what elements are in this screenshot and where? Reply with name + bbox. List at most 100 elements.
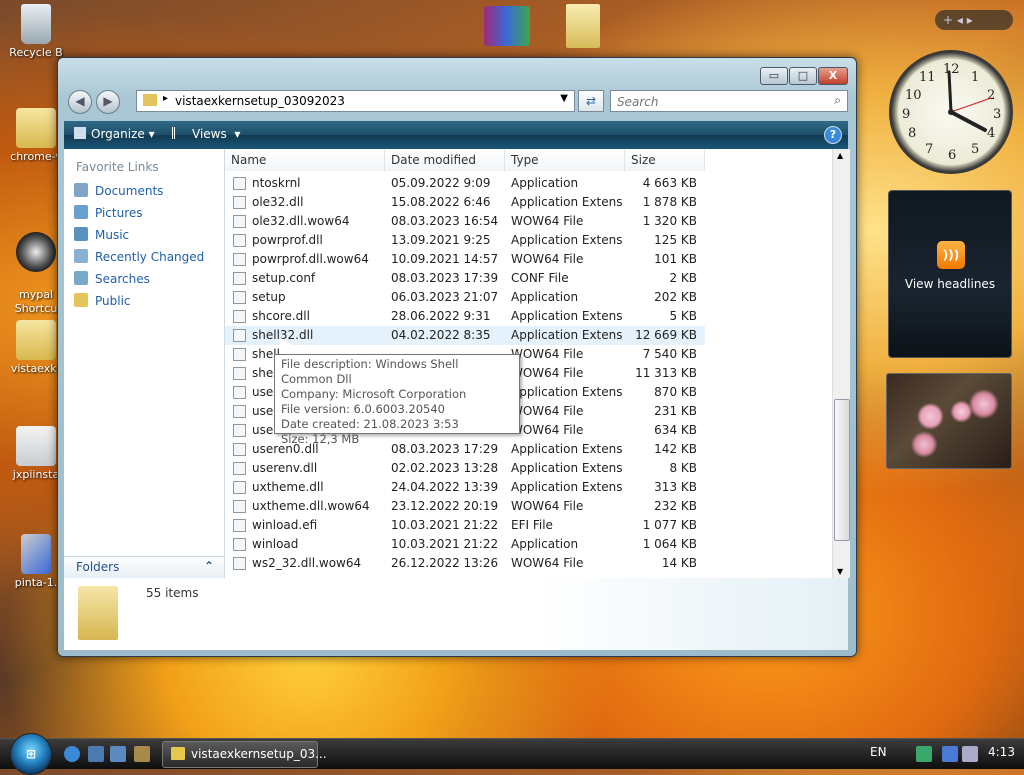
item-count: 55 items bbox=[146, 586, 199, 600]
file-name: powrprof.dll.wow64 bbox=[252, 252, 369, 266]
display-icon[interactable] bbox=[942, 746, 958, 762]
file-row[interactable]: uxtheme.dll 24.04.2022 13:39 Application E… bbox=[225, 478, 705, 497]
file-row[interactable]: ole32.dll.wow64 08.03.2023 16:54 WOW64 Fil… bbox=[225, 212, 705, 231]
folder-icon[interactable] bbox=[566, 4, 600, 48]
volume-muted-icon[interactable] bbox=[962, 746, 978, 762]
file-row[interactable]: powrprof.dll 13.09.2021 9:25 Application E… bbox=[225, 231, 705, 250]
forward-button[interactable]: ▶ bbox=[96, 90, 120, 114]
file-icon bbox=[233, 310, 246, 323]
slideshow-gadget[interactable] bbox=[886, 373, 1012, 469]
network-icon[interactable] bbox=[916, 746, 932, 762]
scroll-up-icon[interactable]: ▲ bbox=[837, 151, 843, 160]
file-row[interactable]: setup 06.03.2023 21:07 Application 202 KB bbox=[225, 288, 705, 307]
file-row[interactable]: winload.efi 10.03.2021 21:22 EFI File 1 077… bbox=[225, 516, 705, 535]
back-button[interactable]: ◀ bbox=[68, 90, 92, 114]
switch-windows-icon[interactable] bbox=[110, 746, 126, 762]
file-date: 10.03.2021 21:22 bbox=[391, 518, 499, 532]
file-row[interactable]: shell32.dll 04.02.2022 8:35 Application Ex… bbox=[225, 326, 705, 345]
winrar-quicklaunch-icon[interactable] bbox=[134, 746, 150, 762]
clock-gadget: 12 1 2 3 4 5 6 7 8 9 10 11 bbox=[889, 50, 1013, 174]
file-icon bbox=[233, 329, 246, 342]
column-name[interactable]: Name bbox=[225, 149, 385, 171]
search-box[interactable]: ⌕ bbox=[610, 90, 848, 112]
chevron-right-icon[interactable]: ▸ bbox=[163, 93, 168, 104]
chevron-down-icon[interactable]: ▼ bbox=[560, 93, 568, 104]
file-name: ole32.dll.wow64 bbox=[252, 214, 350, 228]
internet-explorer-icon[interactable] bbox=[64, 746, 80, 762]
file-date: 08.03.2023 16:54 bbox=[391, 214, 499, 228]
file-row[interactable]: ntoskrnl 05.09.2022 9:09 Application 4 663 … bbox=[225, 174, 705, 193]
file-row[interactable]: ole32.dll 15.08.2022 6:46 Application Exte… bbox=[225, 193, 705, 212]
taskbar-button-label: vistaexkernsetup_03... bbox=[191, 747, 327, 761]
views-label: Views bbox=[192, 127, 227, 141]
file-icon bbox=[233, 348, 246, 361]
fav-music[interactable]: Music bbox=[74, 227, 129, 247]
file-row[interactable]: ws2_32.dll.wow64 26.12.2022 13:26 WOW64 Fi… bbox=[225, 554, 705, 573]
file-row[interactable]: uxtheme.dll.wow64 23.12.2022 20:19 WOW64 F… bbox=[225, 497, 705, 516]
file-size: 12 669 KB bbox=[635, 328, 697, 342]
vertical-scrollbar[interactable]: ▲ ▼ bbox=[832, 149, 850, 578]
file-date: 05.09.2022 9:09 bbox=[391, 176, 491, 190]
documents-icon bbox=[74, 183, 88, 197]
file-name: userenv.dll bbox=[252, 461, 318, 475]
file-row[interactable]: setup.conf 08.03.2023 17:39 CONF File 2 KB bbox=[225, 269, 705, 288]
file-size: 4 663 KB bbox=[642, 176, 697, 190]
refresh-button[interactable]: ⇄ bbox=[578, 90, 604, 112]
fav-searches[interactable]: Searches bbox=[74, 271, 150, 291]
column-size[interactable]: Size bbox=[625, 149, 705, 171]
winrar-icon[interactable] bbox=[484, 6, 530, 46]
folder-icon bbox=[16, 320, 56, 360]
file-row[interactable]: shcore.dll 28.06.2022 9:31 Application Ext… bbox=[225, 307, 705, 326]
file-row[interactable]: userenv.dll 02.02.2023 13:28 Application E… bbox=[225, 459, 705, 478]
maximize-button[interactable]: □ bbox=[789, 67, 817, 85]
taskbar-explorer-button[interactable]: vistaexkernsetup_03... bbox=[162, 741, 327, 768]
feed-label[interactable]: View headlines bbox=[889, 277, 1011, 291]
show-desktop-icon[interactable] bbox=[88, 746, 104, 762]
favorite-links-header: Favorite Links bbox=[76, 160, 159, 174]
file-row[interactable]: winload 10.03.2021 21:22 Application 1 064 … bbox=[225, 535, 705, 554]
search-icon[interactable]: ⌕ bbox=[834, 93, 841, 108]
taskbar: ⊞ vistaexkernsetup_03... EN 4:13 bbox=[0, 733, 1024, 775]
scroll-down-icon[interactable]: ▼ bbox=[837, 567, 843, 576]
column-type[interactable]: Type bbox=[505, 149, 625, 171]
feed-headlines-gadget[interactable]: ))) View headlines bbox=[888, 190, 1012, 358]
file-name: ntoskrnl bbox=[252, 176, 301, 190]
fav-public[interactable]: Public bbox=[74, 293, 131, 313]
folders-toggle[interactable]: Folders ⌃ bbox=[64, 556, 224, 579]
scrollbar-thumb[interactable] bbox=[834, 399, 850, 541]
file-name: shell32.dll bbox=[252, 328, 314, 342]
sidebar-controls[interactable]: + ◂ ▸ bbox=[935, 10, 1013, 30]
desktop-icon-recycle-bin[interactable]: Recycle B bbox=[0, 4, 72, 59]
file-name: setup bbox=[252, 290, 286, 304]
file-tooltip: File description: Windows Shell Common D… bbox=[274, 354, 520, 446]
organize-menu[interactable]: Organize ▾ bbox=[74, 127, 155, 141]
clock-time[interactable]: 4:13 bbox=[988, 745, 1015, 759]
fav-label: Pictures bbox=[95, 206, 143, 220]
file-type: WOW64 File bbox=[511, 499, 584, 513]
file-name: shcore.dll bbox=[252, 309, 310, 323]
views-menu[interactable]: Views ▾ bbox=[172, 127, 240, 141]
start-button[interactable]: ⊞ bbox=[10, 733, 52, 775]
search-input[interactable] bbox=[615, 94, 819, 110]
fav-recently-changed[interactable]: Recently Changed bbox=[74, 249, 204, 269]
column-date-modified[interactable]: Date modified bbox=[385, 149, 505, 171]
file-date: 10.03.2021 21:22 bbox=[391, 537, 499, 551]
file-size: 7 540 KB bbox=[642, 347, 697, 361]
minimize-button[interactable]: ▭ bbox=[760, 67, 788, 85]
file-name: winload bbox=[252, 537, 299, 551]
chevron-up-icon: ⌃ bbox=[203, 559, 214, 573]
fav-label: Searches bbox=[95, 272, 150, 286]
file-icon bbox=[233, 291, 246, 304]
file-type: Application bbox=[511, 290, 579, 304]
recently-changed-icon bbox=[74, 249, 88, 263]
music-icon bbox=[74, 227, 88, 241]
fav-pictures[interactable]: Pictures bbox=[74, 205, 143, 225]
close-button[interactable]: X bbox=[818, 67, 848, 85]
language-indicator[interactable]: EN bbox=[870, 745, 887, 759]
address-text[interactable]: vistaexkernsetup_03092023 bbox=[175, 94, 345, 108]
help-icon[interactable]: ? bbox=[824, 126, 842, 144]
fav-documents[interactable]: Documents bbox=[74, 183, 163, 203]
tooltip-size: Size: 12,3 MB bbox=[281, 432, 360, 446]
address-bar[interactable]: ▸ vistaexkernsetup_03092023 ▼ bbox=[136, 90, 575, 112]
file-row[interactable]: powrprof.dll.wow64 10.09.2021 14:57 WOW64 … bbox=[225, 250, 705, 269]
